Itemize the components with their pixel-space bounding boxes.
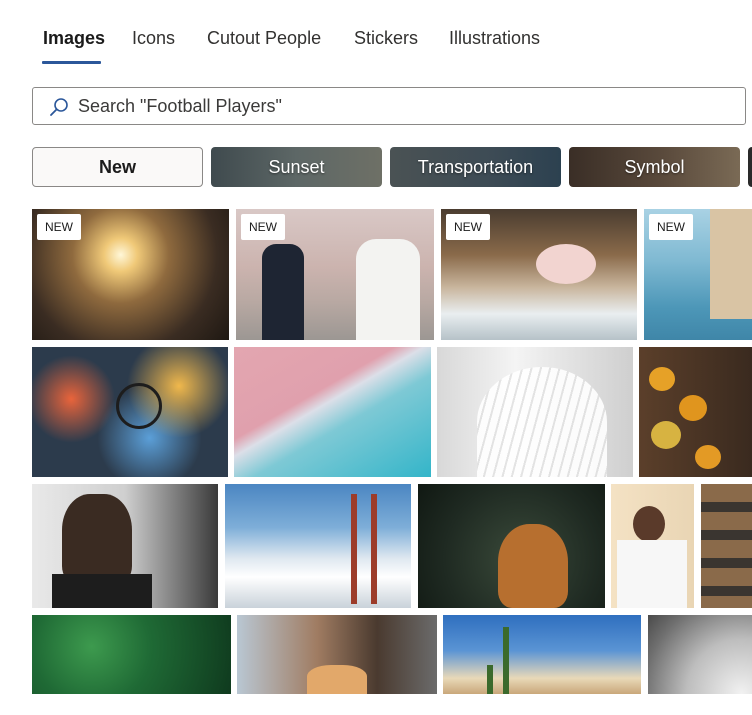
photo-detail xyxy=(356,239,420,340)
image-tile[interactable] xyxy=(639,347,752,477)
image-tile[interactable] xyxy=(701,484,752,608)
photo-detail xyxy=(307,665,367,694)
image-tile[interactable] xyxy=(32,615,231,694)
image-tile[interactable] xyxy=(648,615,752,694)
photo-detail xyxy=(695,445,721,469)
photo-detail xyxy=(679,395,707,421)
chip-label: Symbol xyxy=(624,156,685,177)
photo-detail xyxy=(649,367,675,391)
chip-new[interactable]: New xyxy=(32,147,203,187)
chip-symbol[interactable]: Symbol xyxy=(569,147,740,187)
new-badge: NEW xyxy=(241,214,285,240)
image-tile[interactable] xyxy=(437,347,633,477)
image-tile[interactable]: NEW xyxy=(441,209,637,340)
image-tile[interactable] xyxy=(225,484,411,608)
photo-detail xyxy=(351,494,357,604)
photo-detail xyxy=(651,421,681,449)
search-icon xyxy=(50,98,68,116)
tab-cutout-people[interactable]: Cutout People xyxy=(207,28,321,49)
category-tabs: Images Icons Cutout People Stickers Illu… xyxy=(0,0,752,70)
tab-stickers[interactable]: Stickers xyxy=(354,28,418,49)
active-tab-indicator xyxy=(42,61,101,64)
image-tile[interactable] xyxy=(32,347,228,477)
chip-transportation[interactable]: Transportation xyxy=(390,147,561,187)
chip-more[interactable] xyxy=(748,147,752,187)
image-tile[interactable] xyxy=(234,347,431,477)
chip-label: Transportation xyxy=(417,156,534,177)
photo-detail xyxy=(536,244,596,284)
photo-detail xyxy=(477,367,607,477)
search-input[interactable] xyxy=(78,88,728,124)
photo-detail xyxy=(371,494,377,604)
photo-detail xyxy=(62,494,132,584)
new-badge: NEW xyxy=(37,214,81,240)
chip-label: New xyxy=(98,156,136,177)
chip-label: Sunset xyxy=(268,156,325,177)
photo-detail xyxy=(487,665,493,694)
photo-detail xyxy=(503,627,509,694)
filter-chips: New Sunset Transportation Symbol xyxy=(0,147,752,187)
photo-detail xyxy=(617,540,687,608)
tab-images[interactable]: Images xyxy=(43,28,105,49)
image-tile[interactable] xyxy=(237,615,437,694)
image-tile[interactable] xyxy=(32,484,218,608)
photo-detail xyxy=(262,244,304,340)
image-tile[interactable] xyxy=(443,615,641,694)
photo-detail xyxy=(633,506,665,542)
image-tile[interactable]: NEW xyxy=(32,209,229,340)
image-tile[interactable]: NEW xyxy=(236,209,434,340)
tab-icons[interactable]: Icons xyxy=(132,28,175,49)
image-tile[interactable] xyxy=(611,484,694,608)
image-tile[interactable] xyxy=(418,484,605,608)
photo-detail xyxy=(710,209,752,319)
tab-illustrations[interactable]: Illustrations xyxy=(449,28,540,49)
search-box[interactable] xyxy=(32,87,746,125)
new-badge: NEW xyxy=(649,214,693,240)
new-badge: NEW xyxy=(446,214,490,240)
photo-detail xyxy=(52,574,152,608)
chip-sunset[interactable]: Sunset xyxy=(211,147,382,187)
photo-detail xyxy=(116,383,162,429)
photo-detail xyxy=(498,524,568,608)
image-tile[interactable]: NEW xyxy=(644,209,752,340)
